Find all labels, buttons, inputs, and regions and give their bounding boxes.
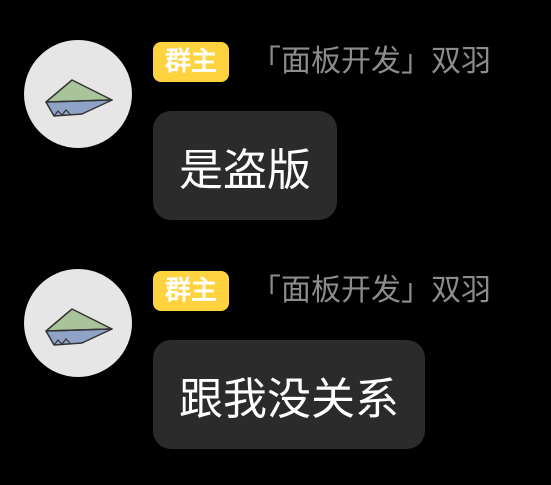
paper-airplane-icon (45, 308, 113, 346)
paper-airplane-icon (45, 79, 113, 117)
chat-view: 群主 「面板开发」双羽 是盗版 群主 「面板开发」双羽 跟我没关系 (0, 0, 551, 485)
owner-badge: 群主 (153, 271, 230, 311)
avatar[interactable] (24, 269, 132, 377)
owner-badge: 群主 (153, 42, 230, 82)
sender-name[interactable]: 「面板开发」双羽 (251, 42, 491, 82)
message-bubble[interactable]: 跟我没关系 (153, 340, 425, 449)
sender-name[interactable]: 「面板开发」双羽 (251, 271, 491, 311)
message-header: 群主 「面板开发」双羽 (153, 271, 491, 311)
message-bubble[interactable]: 是盗版 (153, 111, 337, 220)
avatar[interactable] (24, 40, 132, 148)
message-header: 群主 「面板开发」双羽 (153, 42, 491, 82)
